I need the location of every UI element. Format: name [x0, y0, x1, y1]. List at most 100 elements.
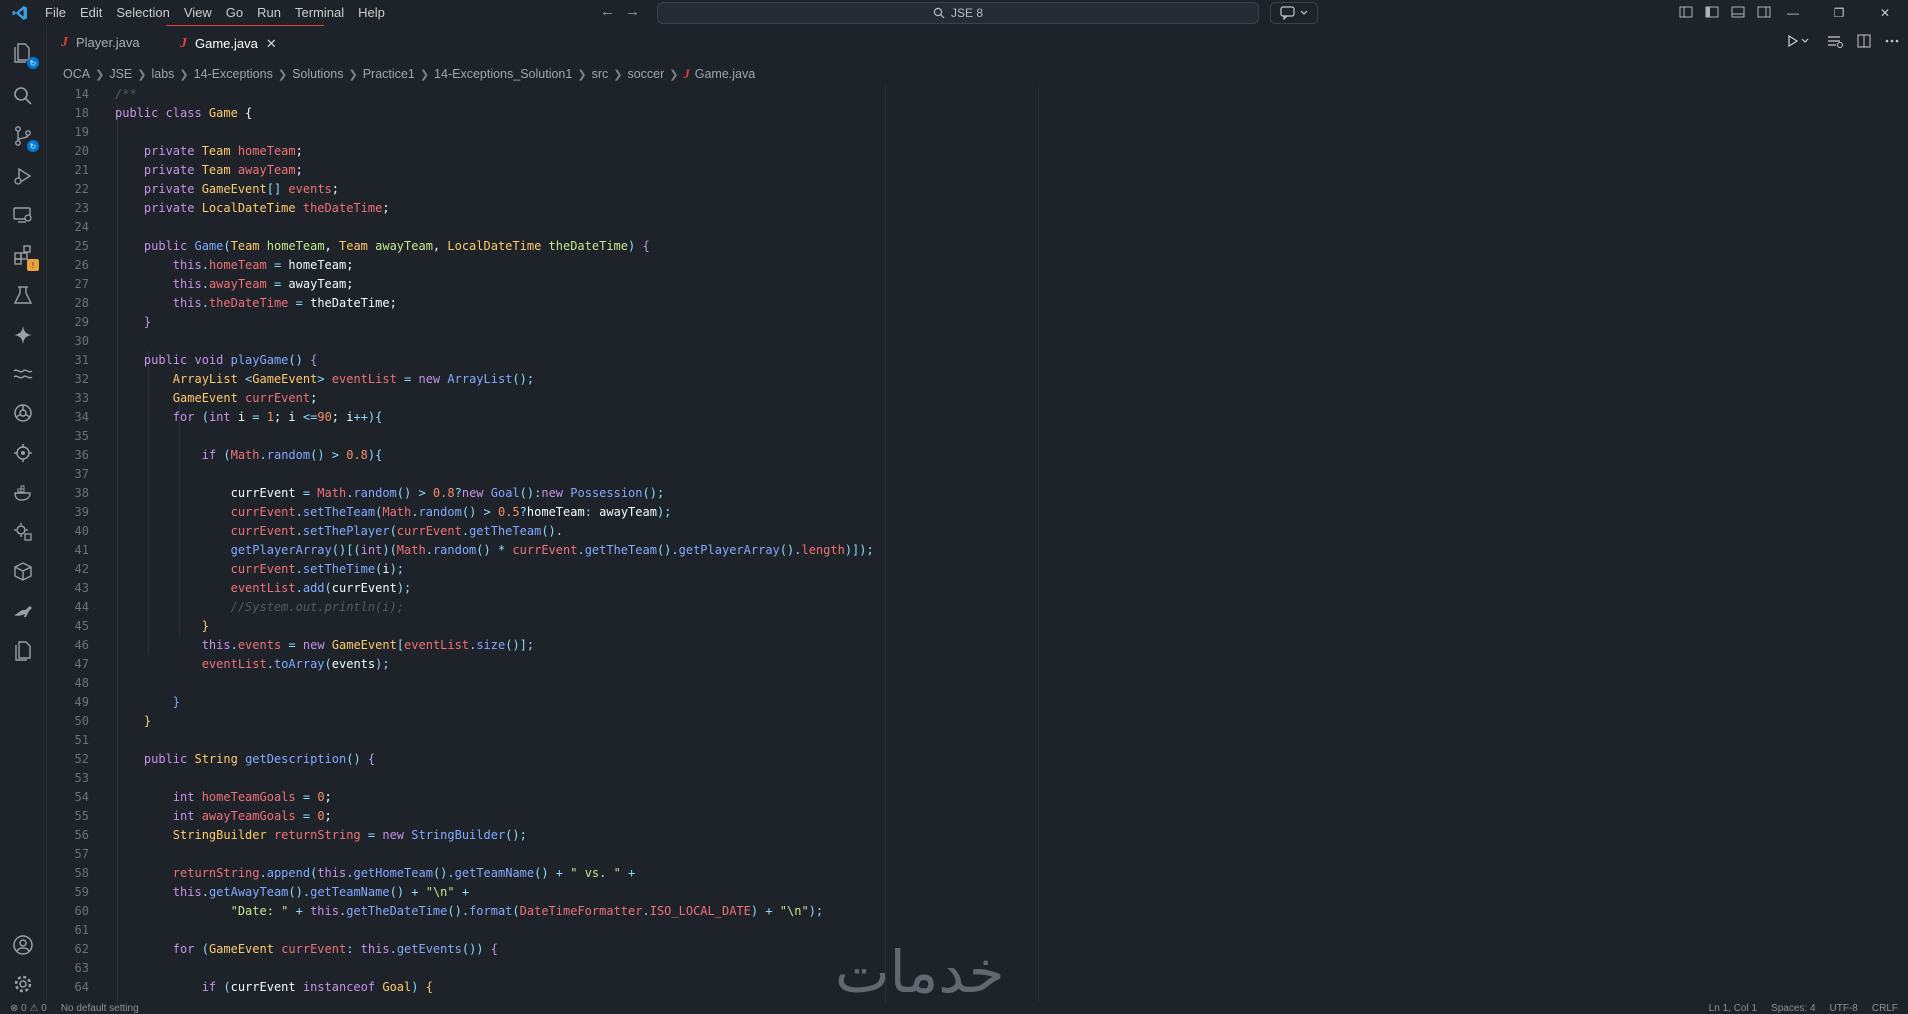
status-message[interactable]: No default setting — [61, 1003, 139, 1014]
code-line[interactable]: 43 eventList.add(currEvent); — [47, 579, 1887, 598]
code-line[interactable]: 51 — [47, 731, 1887, 750]
menu-edit[interactable]: Edit — [73, 0, 109, 25]
code-line[interactable]: 33 GameEvent currEvent; — [47, 389, 1887, 408]
customize-layout-icon[interactable] — [1678, 4, 1694, 20]
menu-view[interactable]: View — [177, 0, 219, 25]
breadcrumb-item[interactable]: JSE — [109, 67, 132, 81]
gear-wheel-icon[interactable] — [9, 399, 37, 427]
explorer-icon[interactable]: ↻ — [9, 39, 39, 69]
code-line[interactable]: 50 } — [47, 712, 1887, 731]
wave-icon[interactable] — [9, 360, 37, 388]
testing-icon[interactable] — [9, 281, 37, 309]
tab-game-java[interactable]: J Game.java ✕ — [166, 25, 324, 61]
code-line[interactable]: 31 public void playGame() { — [47, 351, 1887, 370]
encoding-status[interactable]: UTF-8 — [1830, 1003, 1858, 1014]
code-line[interactable]: 39 currEvent.setTheTeam(Math.random() > … — [47, 503, 1887, 522]
docs-icon[interactable] — [9, 636, 37, 664]
gear-plugin-icon[interactable] — [9, 518, 37, 546]
close-tab-icon[interactable]: ✕ — [266, 36, 277, 52]
code-line[interactable]: 40 currEvent.setThePlayer(currEvent.getT… — [47, 522, 1887, 541]
code-line[interactable]: 38 currEvent = Math.random() > 0.8?new G… — [47, 484, 1887, 503]
code-line[interactable]: 59 this.getAwayTeam().getTeamName() + "\… — [47, 883, 1887, 902]
code-line[interactable]: 57 — [47, 845, 1887, 864]
code-line[interactable]: 55 int awayTeamGoals = 0; — [47, 807, 1887, 826]
code-line[interactable]: 54 int homeTeamGoals = 0; — [47, 788, 1887, 807]
menu-help[interactable]: Help — [351, 0, 392, 25]
breadcrumb-item[interactable]: Practice1 — [363, 67, 415, 81]
back-arrow-icon[interactable]: ← — [600, 3, 615, 20]
code-line[interactable]: 24 — [47, 218, 1887, 237]
open-changes-icon[interactable] — [1826, 33, 1844, 49]
breadcrumb-item[interactable]: OCA — [63, 67, 90, 81]
menu-selection[interactable]: Selection — [109, 0, 176, 25]
menu-terminal[interactable]: Terminal — [288, 0, 351, 25]
code-line[interactable]: 22 private GameEvent[] events; — [47, 180, 1887, 199]
code-line[interactable]: 48 — [47, 674, 1887, 693]
command-center-search[interactable]: JSE 8 — [657, 2, 1259, 24]
code-line[interactable]: 14 /** — [47, 85, 1887, 104]
code-line[interactable]: 46 this.events = new GameEvent[eventList… — [47, 636, 1887, 655]
account-icon[interactable] — [9, 931, 37, 959]
settings-sync-icon[interactable] — [9, 439, 37, 467]
code-line[interactable]: 42 currEvent.setTheTime(i); — [47, 560, 1887, 579]
restore-icon[interactable]: ❐ — [1816, 0, 1862, 25]
run-java-icon[interactable] — [1786, 33, 1814, 49]
cursor-position[interactable]: Ln 1, Col 1 — [1709, 1003, 1757, 1014]
code-line[interactable]: 52 public String getDescription() { — [47, 750, 1887, 769]
code-line[interactable]: 18 public class Game { — [47, 104, 1887, 123]
code-line[interactable]: 26 this.homeTeam = homeTeam; — [47, 256, 1887, 275]
code-line[interactable]: 41 getPlayerArray()[(int)(Math.random() … — [47, 541, 1887, 560]
code-line[interactable]: 19 — [47, 123, 1887, 142]
breadcrumb-item[interactable]: 14-Exceptions — [194, 67, 273, 81]
copilot-icon[interactable] — [9, 321, 37, 349]
code-line[interactable]: 36 if (Math.random() > 0.8){ — [47, 446, 1887, 465]
code-line[interactable]: 49 } — [47, 693, 1887, 712]
toggle-primary-sidebar-icon[interactable] — [1704, 4, 1720, 20]
extensions-icon[interactable]: ! — [9, 241, 39, 271]
problems-status[interactable]: ⊗ 0 ⚠ 0 — [10, 1003, 47, 1014]
code-line[interactable]: 25 public Game(Team homeTeam, Team awayT… — [47, 237, 1887, 256]
code-line[interactable]: 27 this.awayTeam = awayTeam; — [47, 275, 1887, 294]
indentation-status[interactable]: Spaces: 4 — [1771, 1003, 1815, 1014]
run-debug-icon[interactable] — [9, 162, 37, 190]
breadcrumb-item[interactable]: 14-Exceptions_Solution1 — [434, 67, 572, 81]
menu-file[interactable]: File — [38, 0, 73, 25]
more-actions-icon[interactable] — [1884, 33, 1900, 49]
eol-status[interactable]: CRLF — [1872, 1003, 1898, 1014]
code-line[interactable]: 21 private Team awayTeam; — [47, 161, 1887, 180]
code-line[interactable]: 56 StringBuilder returnString = new Stri… — [47, 826, 1887, 845]
menu-run[interactable]: Run — [250, 0, 288, 25]
code-line[interactable]: 20 private Team homeTeam; — [47, 142, 1887, 161]
code-line[interactable]: 29 } — [47, 313, 1887, 332]
breadcrumb-item[interactable]: src — [592, 67, 609, 81]
docker-icon[interactable] — [9, 478, 37, 506]
code-line[interactable]: 23 private LocalDateTime theDateTime; — [47, 199, 1887, 218]
code-line[interactable]: 34 for (int i = 1; i <=90; i++){ — [47, 408, 1887, 427]
manage-gear-icon[interactable] — [9, 970, 37, 998]
close-window-icon[interactable]: ✕ — [1862, 0, 1908, 25]
search-icon[interactable] — [9, 82, 37, 110]
menu-go[interactable]: Go — [219, 0, 250, 25]
copilot-chat-button[interactable] — [1270, 2, 1318, 24]
minimize-icon[interactable]: — — [1770, 0, 1816, 25]
code-line[interactable]: 45 } — [47, 617, 1887, 636]
breadcrumb-item[interactable]: soccer — [627, 67, 664, 81]
code-line[interactable]: 53 — [47, 769, 1887, 788]
code-line[interactable]: 44 //System.out.println(i); — [47, 598, 1887, 617]
code-line[interactable]: 60 "Date: " + this. getTheDateTime().form… — [47, 902, 1887, 921]
code-editor[interactable]: 14/** 18 public class Game {19 20 private T… — [47, 85, 1908, 1002]
remote-explorer-icon[interactable] — [9, 201, 37, 229]
breadcrumb-item[interactable]: Game.java — [695, 67, 755, 81]
kangaroo-icon[interactable] — [9, 597, 37, 625]
breadcrumb-item[interactable]: labs — [151, 67, 174, 81]
code-line[interactable]: 58 returnString.append(this.getHomeTeam(… — [47, 864, 1887, 883]
toggle-panel-icon[interactable] — [1730, 4, 1746, 20]
code-line[interactable]: 37 — [47, 465, 1887, 484]
code-line[interactable]: 30 — [47, 332, 1887, 351]
code-line[interactable]: 32 ArrayList <GameEvent> eventList = new… — [47, 370, 1887, 389]
code-line[interactable]: 28 this.theDateTime = theDateTime; — [47, 294, 1887, 313]
code-line[interactable]: 35 — [47, 427, 1887, 446]
code-line[interactable]: 47 eventList.toArray(events); — [47, 655, 1887, 674]
breadcrumb-item[interactable]: Solutions — [292, 67, 343, 81]
split-editor-icon[interactable] — [1856, 33, 1872, 49]
